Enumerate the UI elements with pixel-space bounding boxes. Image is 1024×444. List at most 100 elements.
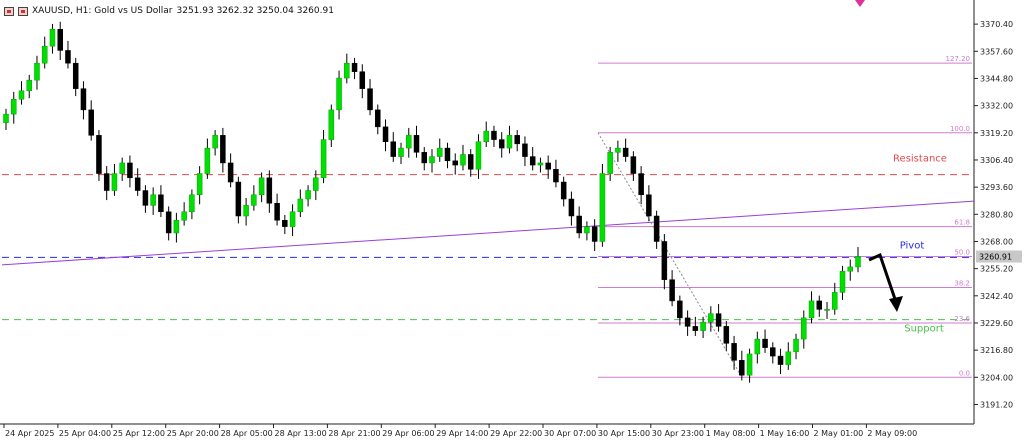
candle-body (289, 211, 296, 227)
candle-body (483, 130, 489, 142)
candle-body (607, 152, 613, 174)
current-price-label: 3260.91 (979, 253, 1012, 262)
candle-body (18, 90, 25, 100)
event-marker-icon[interactable] (855, 0, 865, 7)
projection-arrow (868, 252, 899, 306)
fib-level-label: 61.8 (954, 219, 970, 227)
candle-body (204, 147, 211, 174)
level-label-resistance: Resistance (893, 154, 947, 165)
time-tick-label: 29 Apr 06:00 (382, 429, 434, 438)
candle-body (832, 292, 838, 310)
candle-body (212, 135, 218, 149)
candle-body (661, 241, 668, 280)
candle-body (467, 154, 474, 170)
candle-body (514, 135, 520, 145)
candle-body (436, 147, 443, 157)
candle-body (375, 109, 381, 128)
arrow-head-icon (889, 296, 903, 312)
time-tick-label: 2 May 09:00 (867, 429, 917, 438)
price-tick-label: 3306.40 (980, 156, 1013, 165)
candle-body (220, 135, 226, 164)
price-tick-label: 3191.20 (980, 400, 1013, 409)
candle-body (700, 321, 706, 331)
candle-body (692, 326, 699, 331)
candle-body (196, 173, 203, 196)
price-tick-label: 3255.20 (980, 265, 1013, 274)
candle-body (49, 28, 56, 47)
candle-body (26, 79, 32, 92)
time-tick-label: 30 Apr 15:00 (598, 429, 650, 438)
price-chart[interactable]: 3370.40 3357.60 3344.80 3332.00 3319.20 3306.… (0, 0, 1024, 444)
candle-body (34, 62, 40, 81)
candle-body (243, 205, 249, 217)
price-tick-label: 3268.00 (980, 237, 1013, 246)
candle-body (88, 109, 94, 136)
candle-body (777, 355, 784, 365)
candle-body (258, 177, 265, 196)
fib-level-label: 127.20 (946, 55, 971, 63)
fib-level-label: 0.0 (959, 369, 970, 377)
price-tick-label: 3332.00 (980, 102, 1013, 111)
candle-body (351, 62, 358, 72)
candle-body (382, 126, 389, 142)
fib-level-label: 100.0 (950, 125, 970, 133)
candle-body (227, 162, 234, 183)
candle-body (584, 226, 590, 234)
candle-body (189, 194, 195, 213)
candle-body (359, 71, 366, 89)
candle-body (739, 360, 745, 376)
candle-body (103, 173, 110, 191)
candle-body (669, 279, 675, 302)
candle-body (754, 338, 761, 355)
candle-body (793, 338, 799, 353)
candle-body (615, 147, 621, 153)
candle-body (328, 109, 335, 140)
candle-body (537, 162, 544, 166)
time-tick-label: 2 May 01:00 (814, 429, 864, 438)
candle-body (731, 343, 737, 361)
candle-body (134, 177, 141, 191)
candle-body (111, 173, 118, 191)
candle-body (560, 181, 567, 200)
price-tick-label: 3319.20 (980, 129, 1013, 138)
candle-body (282, 219, 288, 227)
level-label-support: Support (904, 324, 944, 335)
time-tick-label: 28 Apr 13:00 (275, 429, 327, 438)
price-tick-label: 3242.40 (980, 292, 1013, 301)
price-tick-label: 3293.60 (980, 183, 1013, 192)
candle-body (320, 139, 327, 179)
candle-body (142, 190, 149, 206)
price-tick-label: 3370.40 (980, 20, 1013, 29)
candle-body (762, 338, 768, 348)
candle-body (119, 162, 125, 174)
candle-body (235, 181, 242, 217)
candle-body (406, 135, 412, 149)
time-tick-label: 24 Apr 2025 (5, 429, 54, 438)
candle-body (181, 211, 187, 221)
candle-body (638, 173, 644, 196)
candle-body (72, 62, 79, 89)
candle-body (96, 135, 102, 174)
candle-body (770, 347, 776, 357)
candle-body (3, 113, 9, 123)
candle-body (10, 99, 17, 115)
candle-body (460, 154, 466, 166)
candle-body (576, 215, 582, 234)
price-tick-label: 3229.60 (980, 319, 1013, 328)
time-tick-label: 25 Apr 12:00 (113, 429, 165, 438)
candle-body (57, 28, 63, 51)
candle-body (274, 203, 280, 221)
candle-body (723, 326, 730, 344)
time-tick-label: 1 May 16:00 (760, 429, 810, 438)
time-tick-label: 25 Apr 04:00 (59, 429, 111, 438)
candle-body (150, 194, 156, 206)
candle-body (522, 143, 528, 157)
fib-level-label: 50.0 (954, 249, 970, 257)
price-tick-label: 3344.80 (980, 74, 1013, 83)
candle-body (313, 177, 319, 191)
candle-body (568, 198, 575, 217)
time-tick-label: 29 Apr 14:00 (436, 429, 488, 438)
candle-body (251, 194, 257, 206)
candle-body (65, 50, 71, 64)
price-tick-label: 3216.80 (980, 346, 1013, 355)
